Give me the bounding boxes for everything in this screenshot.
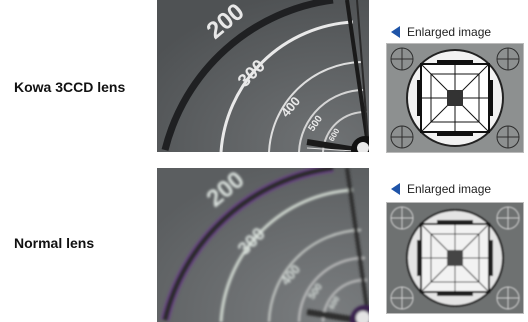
kowa-lens-image: 200 300 400 500 600 [157,0,369,152]
enlarged-image-normal [386,202,524,314]
left-arrow-icon [391,183,400,195]
row-label-kowa: Kowa 3CCD lens [14,79,126,95]
row-label-normal: Normal lens [14,235,95,251]
left-arrow-icon [391,26,400,38]
enlarged-image-caption-1: Enlarged image [391,25,491,39]
enlarged-label: Enlarged image [407,182,492,196]
enlarged-label: Enlarged image [407,25,492,39]
enlarged-image-caption-2: Enlarged image [391,182,491,196]
enlarged-image-kowa [386,43,524,153]
normal-lens-image: 200 300 400 500 600 [157,168,369,322]
